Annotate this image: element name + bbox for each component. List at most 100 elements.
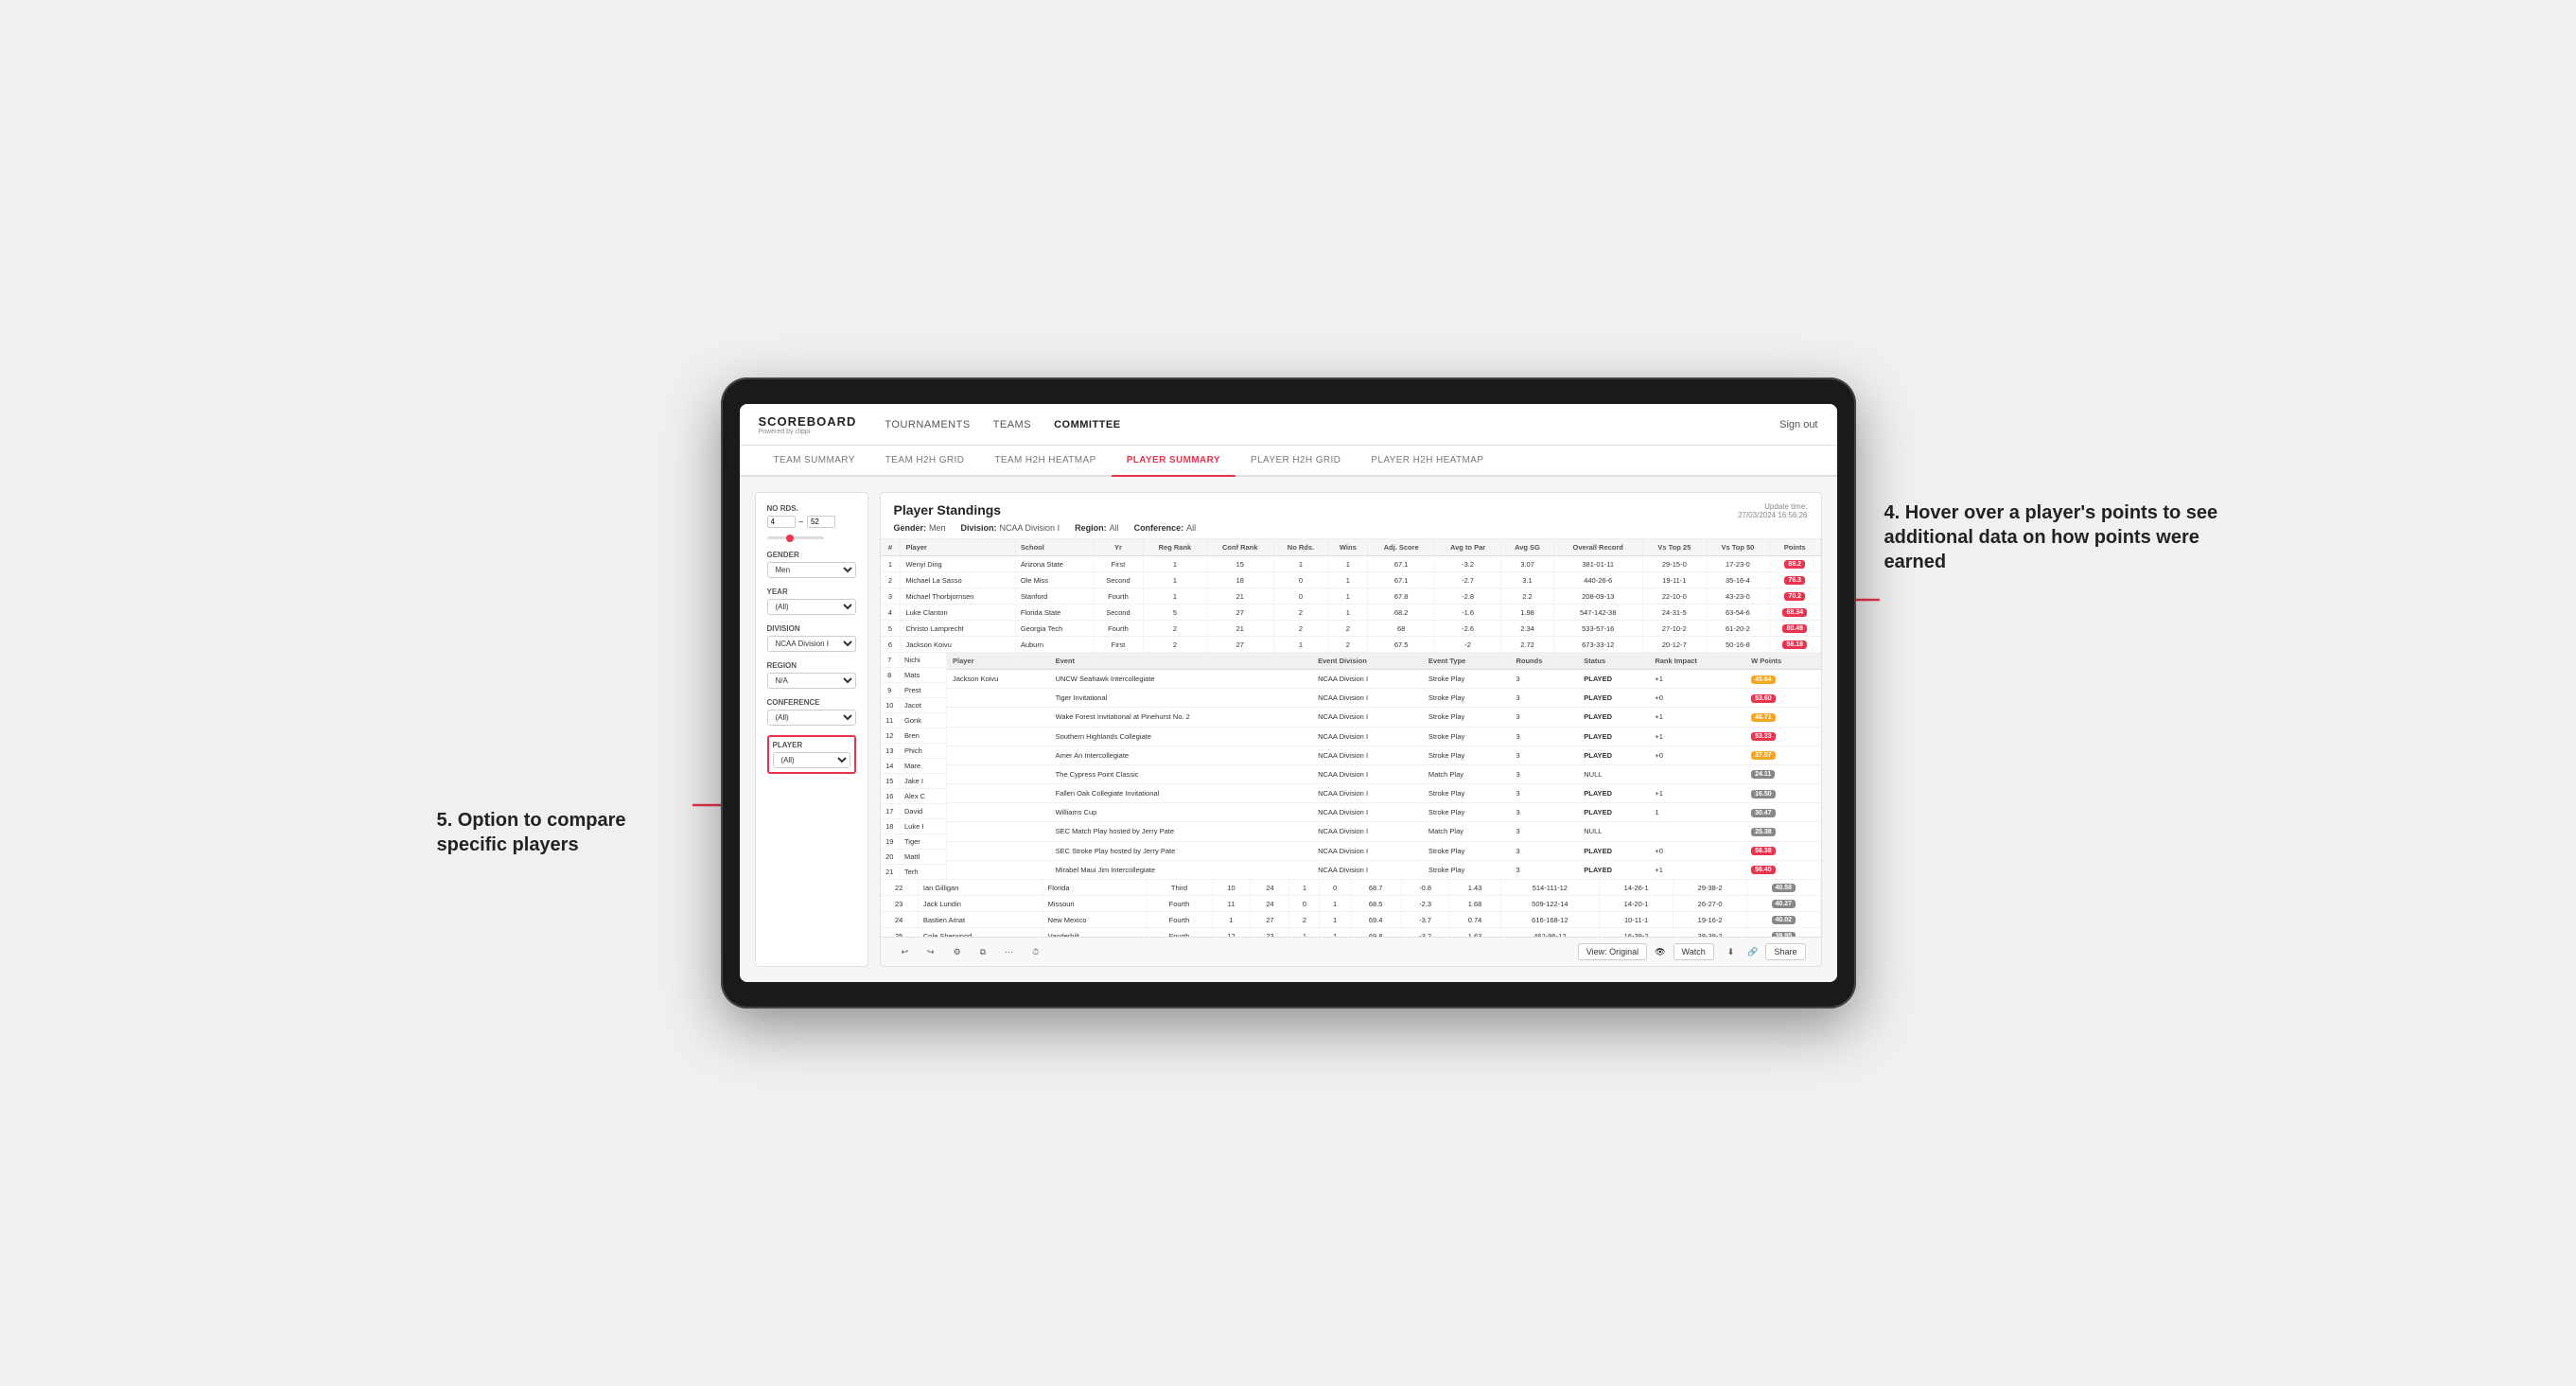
event-type-cell: Stroke Play <box>1423 746 1511 764</box>
points-cell[interactable]: 68.34 <box>1769 605 1820 621</box>
reg-rank-cell: 10 <box>1212 880 1251 896</box>
event-points-cell[interactable]: 25.38 <box>1745 822 1820 841</box>
sg-cell: 3.07 <box>1501 556 1553 572</box>
nav-committee[interactable]: COMMITTEE <box>1054 419 1121 430</box>
table-row: 3 Michael Thorbjornsen Stanford Fourth 1… <box>881 588 1821 605</box>
event-points-cell[interactable]: 30.47 <box>1745 803 1820 822</box>
filters-panel: No Rds. – Gender <box>755 492 868 967</box>
event-status-cell: PLAYED <box>1578 727 1649 746</box>
vs25-cell: 22-10-0 <box>1642 588 1706 605</box>
points-cell[interactable]: 39.95 <box>1747 928 1820 938</box>
region-select[interactable]: N/A <box>767 673 856 689</box>
event-points-cell[interactable]: 53.60 <box>1745 689 1820 708</box>
record-cell: 616-168-12 <box>1500 912 1599 928</box>
col-rank: # <box>881 539 901 556</box>
no-rds-cell: 0 <box>1273 588 1328 605</box>
tab-player-h2h-grid[interactable]: PLAYER H2H GRID <box>1235 446 1356 477</box>
wins-cell: 2 <box>1328 637 1368 653</box>
tab-team-summary[interactable]: TEAM SUMMARY <box>759 446 870 477</box>
watch-btn[interactable]: Watch <box>1674 943 1714 960</box>
col-to-par: Avg to Par <box>1434 539 1501 556</box>
mini-name: Gonk <box>900 713 947 728</box>
table-filters-row: Gender: Men Division: NCAA Division I Re… <box>894 523 1197 533</box>
event-division-cell: NCAA Division I <box>1312 670 1423 689</box>
rank-cell: 22 <box>881 880 919 896</box>
event-col-points: W Points <box>1745 653 1820 670</box>
nav-tournaments[interactable]: TOURNAMENTS <box>885 419 970 430</box>
points-cell[interactable]: 70.2 <box>1769 588 1820 605</box>
event-name-cell: The Cypress Point Classic <box>1050 764 1313 783</box>
event-points-cell[interactable]: 53.33 <box>1745 727 1820 746</box>
event-points-cell[interactable]: 56.40 <box>1745 860 1820 879</box>
no-rds-slider[interactable] <box>767 536 824 539</box>
adj-score-cell: 67.1 <box>1368 572 1434 588</box>
event-points-cell[interactable]: 16.50 <box>1745 784 1820 803</box>
tab-team-h2h-grid[interactable]: TEAM H2H GRID <box>870 446 980 477</box>
gender-value: Men <box>929 523 946 533</box>
event-points-cell[interactable]: 24.11 <box>1745 764 1820 783</box>
year-select[interactable]: (All) <box>767 599 856 615</box>
points-cell[interactable]: 80.49 <box>1769 621 1820 637</box>
event-row: Tiger Invitational NCAA Division I Strok… <box>947 689 1821 708</box>
tab-player-summary[interactable]: PLAYER SUMMARY <box>1112 446 1235 477</box>
points-cell[interactable]: 40.58 <box>1747 880 1820 896</box>
event-type-cell: Stroke Play <box>1423 803 1511 822</box>
more-icon[interactable]: ⋯ <box>999 944 1019 960</box>
event-col-division: Event Division <box>1312 653 1423 670</box>
no-rds-min-input[interactable] <box>767 516 796 528</box>
main-content: No Rds. – Gender <box>740 477 1837 982</box>
nav-teams[interactable]: TEAMS <box>993 419 1031 430</box>
yr-cell: Second <box>1093 572 1143 588</box>
logo-title: SCOREBOARD <box>759 414 857 429</box>
region-filter-label: Region <box>767 661 856 670</box>
yr-cell: Fourth <box>1093 621 1143 637</box>
player-select[interactable]: (All) <box>773 752 850 768</box>
reg-rank-cell: 5 <box>1144 605 1207 621</box>
points-cell[interactable]: 40.27 <box>1747 896 1820 912</box>
division-select[interactable]: NCAA Division I <box>767 636 856 652</box>
event-points-cell[interactable]: 46.71 <box>1745 708 1820 727</box>
mini-name: Bren <box>900 728 947 744</box>
event-rank-impact-cell: +0 <box>1649 841 1745 860</box>
download-icon[interactable]: ⬇ <box>1722 944 1741 960</box>
col-yr: Yr <box>1093 539 1143 556</box>
clock-icon[interactable]: ⏱ <box>1026 944 1044 960</box>
undo-icon[interactable]: ↩ <box>896 944 915 960</box>
sign-out-link[interactable]: Sign out <box>1779 419 1817 430</box>
event-points-cell[interactable]: 37.57 <box>1745 746 1820 764</box>
settings-icon[interactable]: ⚙ <box>948 944 967 960</box>
mini-table-row: 18 Luke I <box>881 819 947 834</box>
no-rds-cell: 1 <box>1289 880 1320 896</box>
event-points-cell[interactable]: 45.64 <box>1745 670 1820 689</box>
gender-select[interactable]: Men <box>767 562 856 578</box>
view-original-btn[interactable]: View: Original <box>1578 943 1647 960</box>
conference-select[interactable]: (All) <box>767 710 856 726</box>
points-cell[interactable]: 88.2 <box>1769 556 1820 572</box>
conf-rank-cell: 23 <box>1251 928 1289 938</box>
mini-name: Mats <box>900 668 947 683</box>
tab-player-h2h-heatmap[interactable]: PLAYER H2H HEATMAP <box>1356 446 1498 477</box>
rank-cell: 23 <box>881 896 919 912</box>
no-rds-max-input[interactable] <box>807 516 835 528</box>
event-points-cell[interactable]: 56.38 <box>1745 841 1820 860</box>
yr-cell: Fourth <box>1147 912 1212 928</box>
points-cell[interactable]: 40.02 <box>1747 912 1820 928</box>
adj-score-cell: 67.1 <box>1368 556 1434 572</box>
sg-cell: 2.34 <box>1501 621 1553 637</box>
reg-rank-cell: 1 <box>1144 588 1207 605</box>
table-row: 5 Christo Lamprecht Georgia Tech Fourth … <box>881 621 1821 637</box>
points-cell[interactable]: 56.18 <box>1769 637 1820 653</box>
wins-cell: 1 <box>1328 556 1368 572</box>
tab-team-h2h-heatmap[interactable]: TEAM H2H HEATMAP <box>979 446 1111 477</box>
mini-table-row: 10 Jacot <box>881 698 947 713</box>
redo-icon[interactable]: ↪ <box>921 944 940 960</box>
share-btn[interactable]: Share <box>1765 943 1805 960</box>
event-status-cell: PLAYED <box>1578 803 1649 822</box>
event-rank-impact-cell <box>1649 764 1745 783</box>
event-rank-impact-cell: +1 <box>1649 784 1745 803</box>
copy-icon[interactable]: ⧉ <box>974 944 991 960</box>
mini-rank: 15 <box>881 774 900 789</box>
to-par-cell: -0.8 <box>1401 880 1449 896</box>
event-rounds-cell: 3 <box>1510 841 1578 860</box>
points-cell[interactable]: 76.3 <box>1769 572 1820 588</box>
